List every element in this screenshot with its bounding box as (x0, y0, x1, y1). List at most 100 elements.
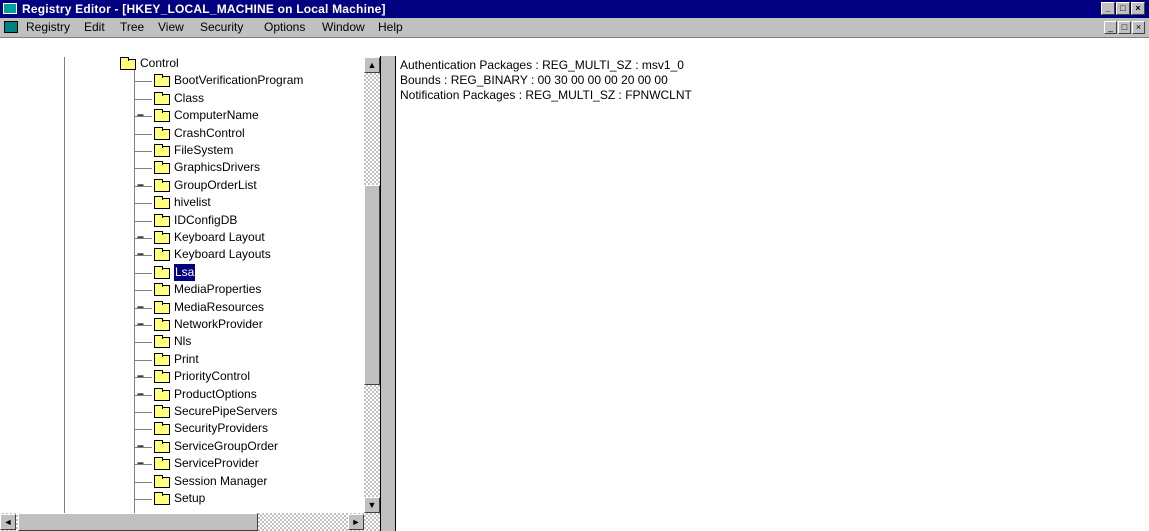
tree-connector (134, 499, 152, 500)
mdi-restore-button[interactable]: □ (1118, 21, 1131, 34)
scroll-left-button[interactable]: ◄ (0, 514, 16, 530)
collapse-icon[interactable]: − (137, 316, 144, 333)
tree-node-label: Class (174, 90, 205, 105)
folder-icon (154, 387, 170, 401)
tree-node-label: Keyboard Layout (174, 230, 265, 244)
folder-icon (154, 283, 170, 297)
tree-node-label: SecurityProviders (174, 421, 269, 436)
values-pane: Authentication Packages : REG_MULTI_SZ :… (397, 58, 1149, 531)
vertical-scroll-thumb[interactable] (364, 185, 380, 385)
folder-icon (154, 91, 170, 105)
collapse-icon[interactable]: − (137, 438, 144, 455)
menu-registry[interactable]: Registry (26, 18, 70, 37)
tree-node-label: Nls (174, 334, 192, 349)
folder-icon (154, 370, 170, 384)
horizontal-scroll-thumb[interactable] (18, 513, 258, 531)
folder-icon (120, 57, 136, 70)
folder-icon (154, 265, 170, 279)
app-icon[interactable] (3, 3, 17, 14)
menu-security[interactable]: Security (200, 18, 243, 37)
tree-node-label: ServiceGroupOrder (174, 438, 279, 453)
tree-node-label: ProductOptions (174, 386, 257, 401)
mdi-minimize-button[interactable]: _ (1104, 21, 1117, 34)
collapse-icon[interactable]: − (137, 386, 144, 403)
tree-connector (134, 81, 152, 83)
tree-line-parent (64, 57, 65, 513)
folder-icon (154, 74, 170, 88)
tree-node-label: MediaProperties (174, 282, 262, 297)
tree-node-label: Setup (174, 491, 206, 505)
tree-node-label: Keyboard Layouts (174, 247, 271, 262)
tree-connector (134, 412, 152, 413)
menu-edit[interactable]: Edit (84, 18, 105, 37)
title-bar: Registry Editor - [HKEY_LOCAL_MACHINE on… (0, 0, 1149, 18)
tree-node-label: ServiceProvider (174, 456, 259, 471)
folder-icon (154, 318, 170, 331)
tree-node-label: CrashControl (174, 125, 245, 140)
tree-node-label: PriorityControl (174, 369, 251, 384)
collapse-icon[interactable]: − (137, 177, 144, 194)
minimize-button[interactable]: _ (1101, 2, 1115, 15)
menu-help[interactable]: Help (378, 18, 403, 37)
collapse-icon[interactable]: − (137, 246, 144, 263)
tree-node-label: Control (140, 57, 179, 70)
folder-icon (154, 335, 170, 349)
scroll-right-button[interactable]: ► (348, 514, 364, 530)
scroll-up-button[interactable]: ▲ (364, 57, 380, 73)
folder-icon (154, 109, 170, 123)
collapse-icon[interactable]: − (137, 107, 144, 124)
folder-icon (154, 492, 170, 505)
tree-node-label: BootVerificationProgram (174, 73, 304, 88)
folder-icon (154, 439, 170, 453)
tree-node-label: FileSystem (174, 143, 234, 157)
tree-connector (134, 359, 152, 361)
tree-node-label: NetworkProvider (174, 317, 263, 331)
document-icon[interactable] (4, 21, 18, 33)
folder-icon (154, 457, 170, 471)
collapse-icon[interactable]: − (137, 229, 144, 246)
folder-icon (154, 196, 170, 210)
folder-icon (154, 231, 170, 244)
tree-node-label: Lsa (174, 263, 196, 281)
menu-options[interactable]: Options (264, 18, 305, 37)
scroll-down-button[interactable]: ▼ (364, 497, 380, 513)
folder-icon (154, 213, 170, 227)
registry-tree: Control BootVerificationProgram Class − Comp… (0, 57, 362, 513)
tree-connector (134, 168, 152, 170)
tree-node-label: GraphicsDrivers (174, 160, 261, 175)
folder-icon (154, 161, 170, 175)
tree-connector (134, 272, 152, 274)
tree-connector (134, 133, 152, 135)
tree-node-label: Print (174, 351, 199, 366)
folder-icon (154, 474, 170, 488)
value-entry[interactable]: Authentication Packages : REG_MULTI_SZ :… (400, 58, 684, 73)
tree-node-label: SecurePipeServers (174, 404, 278, 418)
folder-icon (154, 144, 170, 157)
folder-icon (154, 248, 170, 262)
tree-connector (134, 342, 152, 344)
tree-connector (134, 220, 152, 222)
value-entry[interactable]: Bounds : REG_BINARY : 00 30 00 00 00 20 … (400, 73, 668, 88)
tree-node-label: MediaResources (174, 299, 265, 314)
collapse-icon[interactable]: − (137, 455, 144, 472)
tree-connector (134, 429, 152, 431)
close-button[interactable]: × (1131, 2, 1145, 15)
tree-node-label: IDConfigDB (174, 212, 238, 227)
folder-icon (154, 422, 170, 436)
menu-window[interactable]: Window (322, 18, 365, 37)
menu-view[interactable]: View (158, 18, 184, 37)
pane-splitter[interactable] (380, 56, 396, 531)
tree-connector (134, 203, 152, 205)
menu-tree[interactable]: Tree (120, 18, 144, 37)
folder-icon (154, 178, 170, 192)
value-entry[interactable]: Notification Packages : REG_MULTI_SZ : F… (400, 88, 692, 103)
tree-node-label: ComputerName (174, 108, 259, 123)
mdi-close-button[interactable]: × (1132, 21, 1145, 34)
collapse-icon[interactable]: − (137, 299, 144, 316)
tree-connector (134, 290, 152, 292)
tree-connector (134, 98, 152, 100)
tree-node-label: GroupOrderList (174, 177, 257, 192)
tree-connector (134, 151, 152, 152)
maximize-button[interactable]: □ (1116, 2, 1130, 15)
collapse-icon[interactable]: − (137, 368, 144, 385)
